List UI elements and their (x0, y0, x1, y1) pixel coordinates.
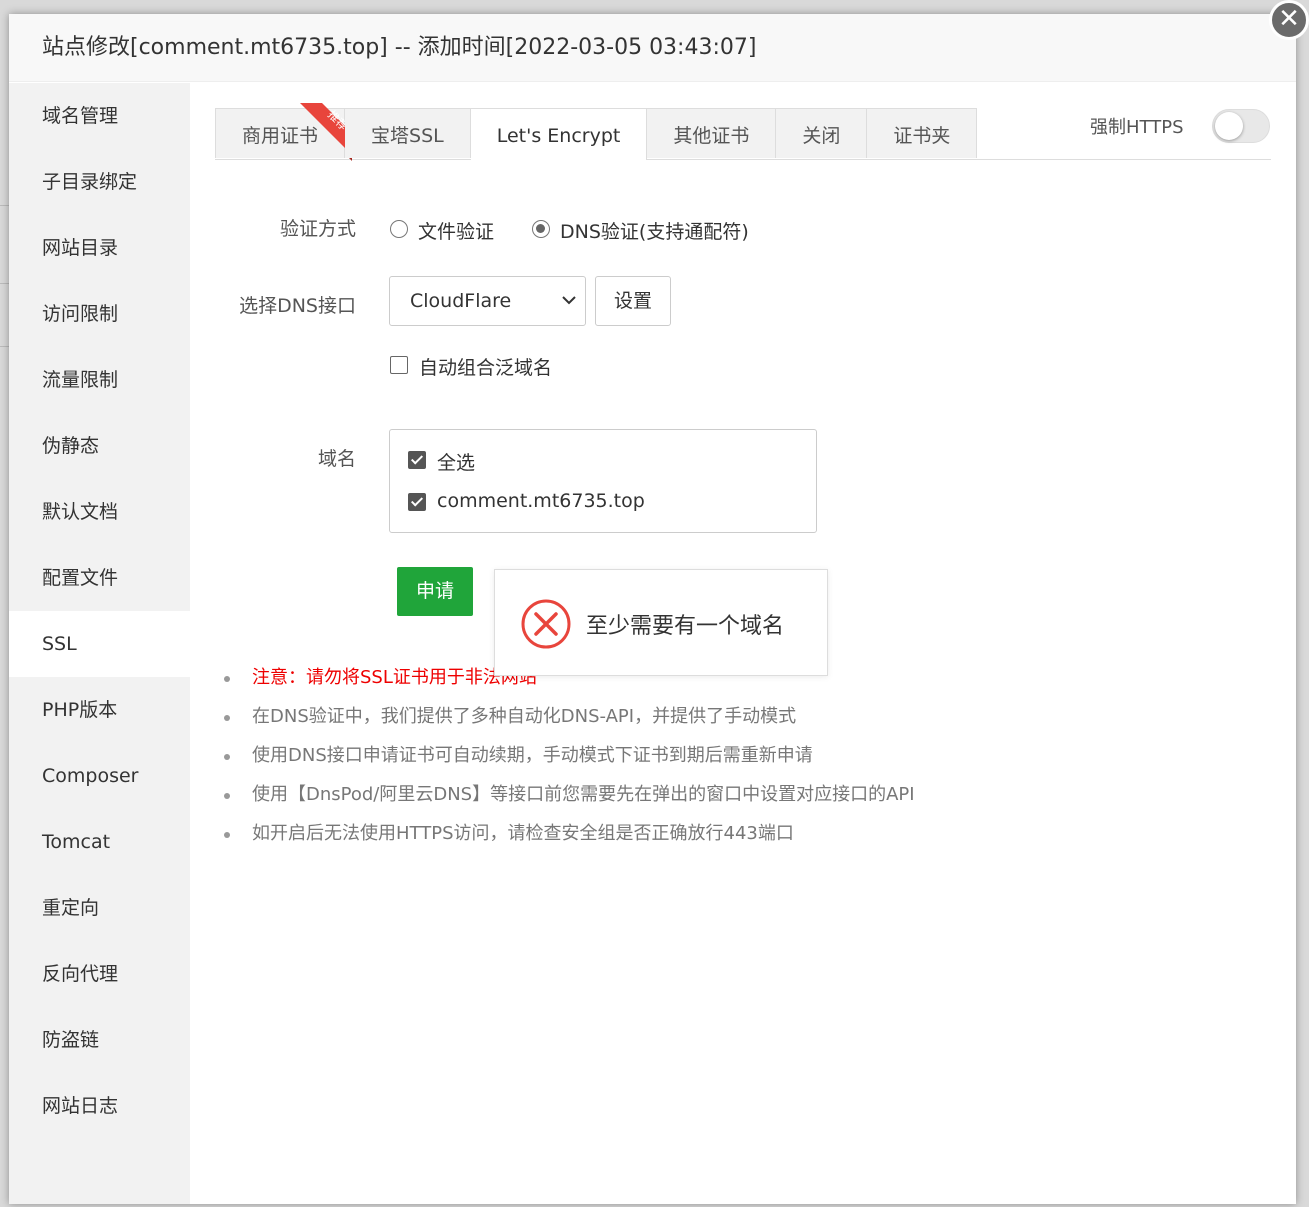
tab-baota-ssl[interactable]: 宝塔SSL (345, 108, 471, 158)
close-icon[interactable]: ✕ (1269, 0, 1309, 40)
sidebar-item-reverse-proxy[interactable]: 反向代理 (9, 941, 190, 1007)
note-item: 使用DNS接口申请证书可自动续期，手动模式下证书到期后需重新申请 (224, 741, 915, 780)
sidebar-item-rewrite[interactable]: 伪静态 (9, 413, 190, 479)
apply-button[interactable]: 申请 (397, 567, 473, 616)
file-verify-label: 文件验证 (418, 221, 495, 243)
force-https-toggle[interactable] (1212, 109, 1270, 143)
notes-list: 注意：请勿将SSL证书用于非法网站 在DNS验证中，我们提供了多种自动化DNS-… (224, 663, 915, 858)
tab-other-certs[interactable]: 其他证书 (647, 108, 777, 158)
domain-label: 域名 (317, 448, 356, 470)
verify-method-label: 验证方式 (279, 218, 356, 240)
sidebar-item-default-document[interactable]: 默认文档 (9, 479, 190, 545)
sidebar-item-access-limit[interactable]: 访问限制 (9, 281, 190, 347)
dns-interface-select[interactable]: CloudFlare (389, 276, 586, 326)
sidebar-item-ssl[interactable]: SSL (9, 611, 190, 677)
select-all-label: 全选 (437, 452, 476, 474)
tab-cert-folder[interactable]: 证书夹 (867, 108, 978, 158)
auto-wildcard-label: 自动组合泛域名 (419, 357, 553, 379)
sidebar-item-composer[interactable]: Composer (9, 743, 190, 809)
note-item: 如开启后无法使用HTTPS访问，请检查安全组是否正确放行443端口 (224, 819, 915, 858)
dns-interface-value: CloudFlare (410, 290, 512, 312)
chevron-down-icon (561, 277, 577, 345)
sidebar-item-site-logs[interactable]: 网站日志 (9, 1073, 190, 1139)
tab-lets-encrypt[interactable]: Let's Encrypt (470, 108, 648, 160)
toggle-knob (1215, 112, 1243, 140)
sidebar-item-domain-management[interactable]: 域名管理 (9, 83, 190, 149)
note-item: 在DNS验证中，我们提供了多种自动化DNS-API，并提供了手动模式 (224, 702, 915, 741)
sidebar: 域名管理 子目录绑定 网站目录 访问限制 流量限制 伪静态 默认文档 配置文件 … (9, 83, 190, 1204)
tab-close[interactable]: 关闭 (776, 108, 868, 158)
sidebar-item-redirect[interactable]: 重定向 (9, 875, 190, 941)
toast-message: 至少需要有一个域名 (586, 614, 785, 639)
file-verify-radio[interactable] (390, 220, 408, 238)
sidebar-item-site-directory[interactable]: 网站目录 (9, 215, 190, 281)
domain-checkbox[interactable] (408, 493, 426, 511)
select-all-checkbox[interactable] (408, 451, 426, 469)
tab-commercial-cert[interactable]: 商用证书 推荐 (215, 103, 352, 161)
ssl-content: 商用证书 推荐 宝塔SSL Let's Encrypt 其他证书 关闭 证书夹 … (190, 83, 1296, 1204)
domain-name-label: comment.mt6735.top (437, 490, 645, 512)
dns-verify-label: DNS验证(支持通配符) (560, 221, 749, 243)
dns-interface-label: 选择DNS接口 (239, 295, 356, 317)
sidebar-item-config-file[interactable]: 配置文件 (9, 545, 190, 611)
force-https-label: 强制HTTPS (1090, 117, 1184, 138)
error-icon (521, 599, 571, 649)
dialog-title: 站点修改[comment.mt6735.top] -- 添加时间[2022-03… (9, 14, 1296, 82)
auto-wildcard-checkbox[interactable] (390, 356, 408, 374)
sidebar-item-php-version[interactable]: PHP版本 (9, 677, 190, 743)
site-edit-dialog: 站点修改[comment.mt6735.top] -- 添加时间[2022-03… (9, 14, 1296, 1204)
sidebar-item-traffic-limit[interactable]: 流量限制 (9, 347, 190, 413)
sidebar-item-tomcat[interactable]: Tomcat (9, 809, 190, 875)
dns-verify-radio[interactable] (532, 220, 550, 238)
domain-list: 全选 comment.mt6735.top (389, 429, 817, 533)
dns-settings-button[interactable]: 设置 (595, 276, 671, 326)
sidebar-item-subdirectory-binding[interactable]: 子目录绑定 (9, 149, 190, 215)
note-item: 使用【DnsPod/阿里云DNS】等接口前您需要先在弹出的窗口中设置对应接口的A… (224, 780, 915, 819)
error-toast: 至少需要有一个域名 (494, 569, 828, 676)
sidebar-item-hotlink-protection[interactable]: 防盗链 (9, 1007, 190, 1073)
